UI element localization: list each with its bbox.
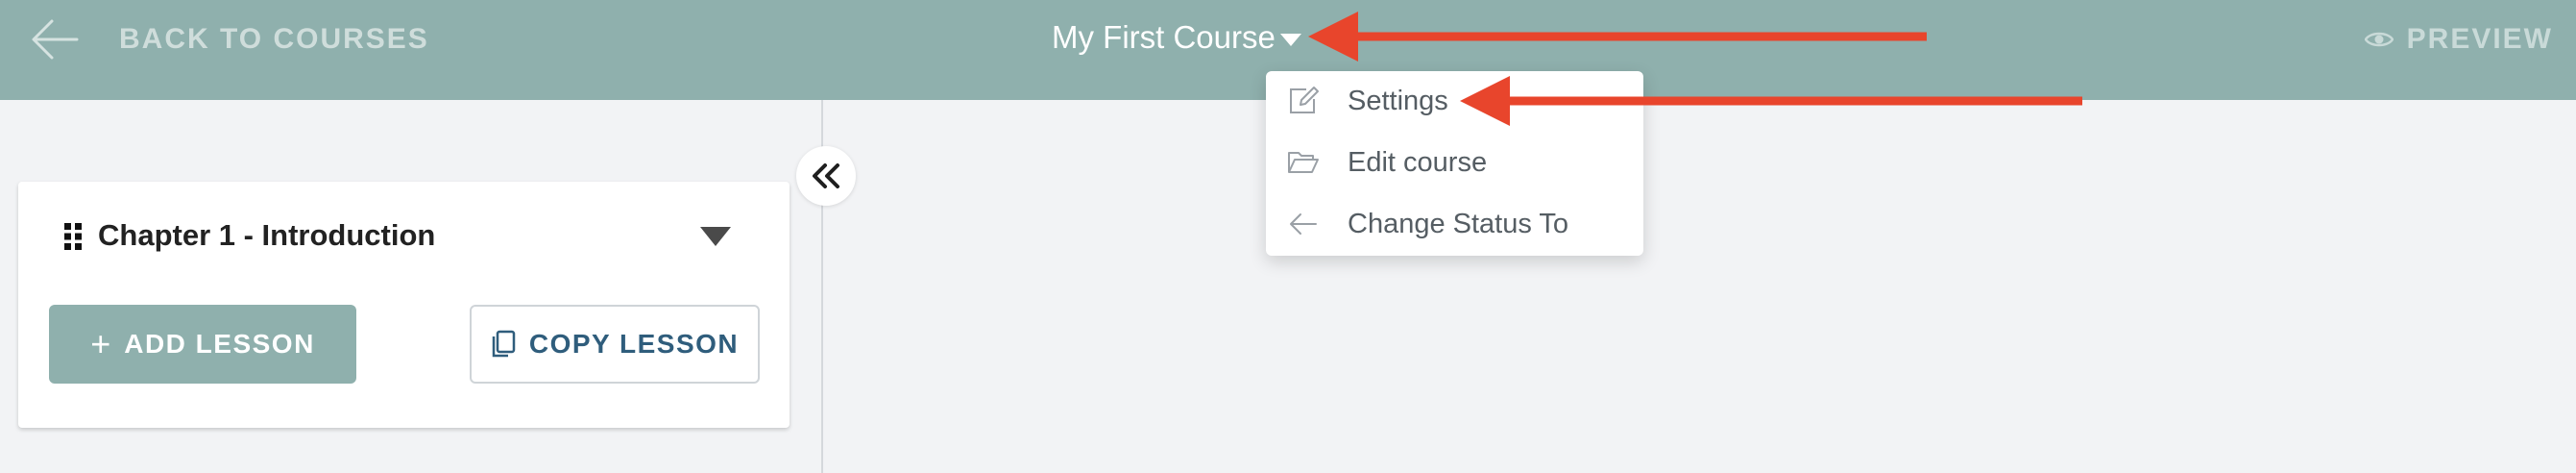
menu-item-label: Edit course <box>1348 147 1488 178</box>
course-actions-dropdown: Settings Edit course Change Status To <box>1266 71 1643 256</box>
chapter-expand-caret-icon[interactable] <box>700 227 731 246</box>
menu-item-edit-course[interactable]: Edit course <box>1266 134 1643 193</box>
menu-item-settings[interactable]: Settings <box>1266 72 1643 132</box>
add-lesson-label: ADD LESSON <box>124 329 315 359</box>
back-arrow-icon[interactable] <box>29 15 81 63</box>
menu-item-change-status[interactable]: Change Status To <box>1266 195 1643 255</box>
add-lesson-button[interactable]: + ADD LESSON <box>49 305 356 384</box>
folder-open-icon <box>1288 152 1319 173</box>
back-to-courses-link[interactable]: BACK TO COURSES <box>119 23 429 56</box>
chapter-title: Chapter 1 - Introduction <box>98 218 436 252</box>
chapter-card: Chapter 1 - Introduction + ADD LESSON CO… <box>18 182 790 428</box>
eye-icon <box>2364 32 2394 47</box>
course-title-dropdown[interactable]: My First Course <box>1052 19 1276 56</box>
copy-lesson-label: COPY LESSON <box>528 329 740 359</box>
copy-lesson-button[interactable]: COPY LESSON <box>470 305 760 384</box>
arrow-left-icon <box>1290 213 1317 235</box>
collapse-sidebar-button[interactable] <box>796 146 856 206</box>
preview-button[interactable]: PREVIEW <box>2364 23 2553 56</box>
plus-icon: + <box>90 324 111 363</box>
double-chevron-left-icon <box>813 163 839 188</box>
menu-item-label: Settings <box>1348 86 1448 116</box>
menu-item-label: Change Status To <box>1348 209 1569 239</box>
caret-down-icon[interactable] <box>1280 34 1301 46</box>
drag-handle-icon[interactable] <box>63 222 83 251</box>
pencil-icon <box>1290 87 1319 113</box>
preview-label: PREVIEW <box>2406 23 2553 55</box>
copy-icon <box>492 330 516 358</box>
